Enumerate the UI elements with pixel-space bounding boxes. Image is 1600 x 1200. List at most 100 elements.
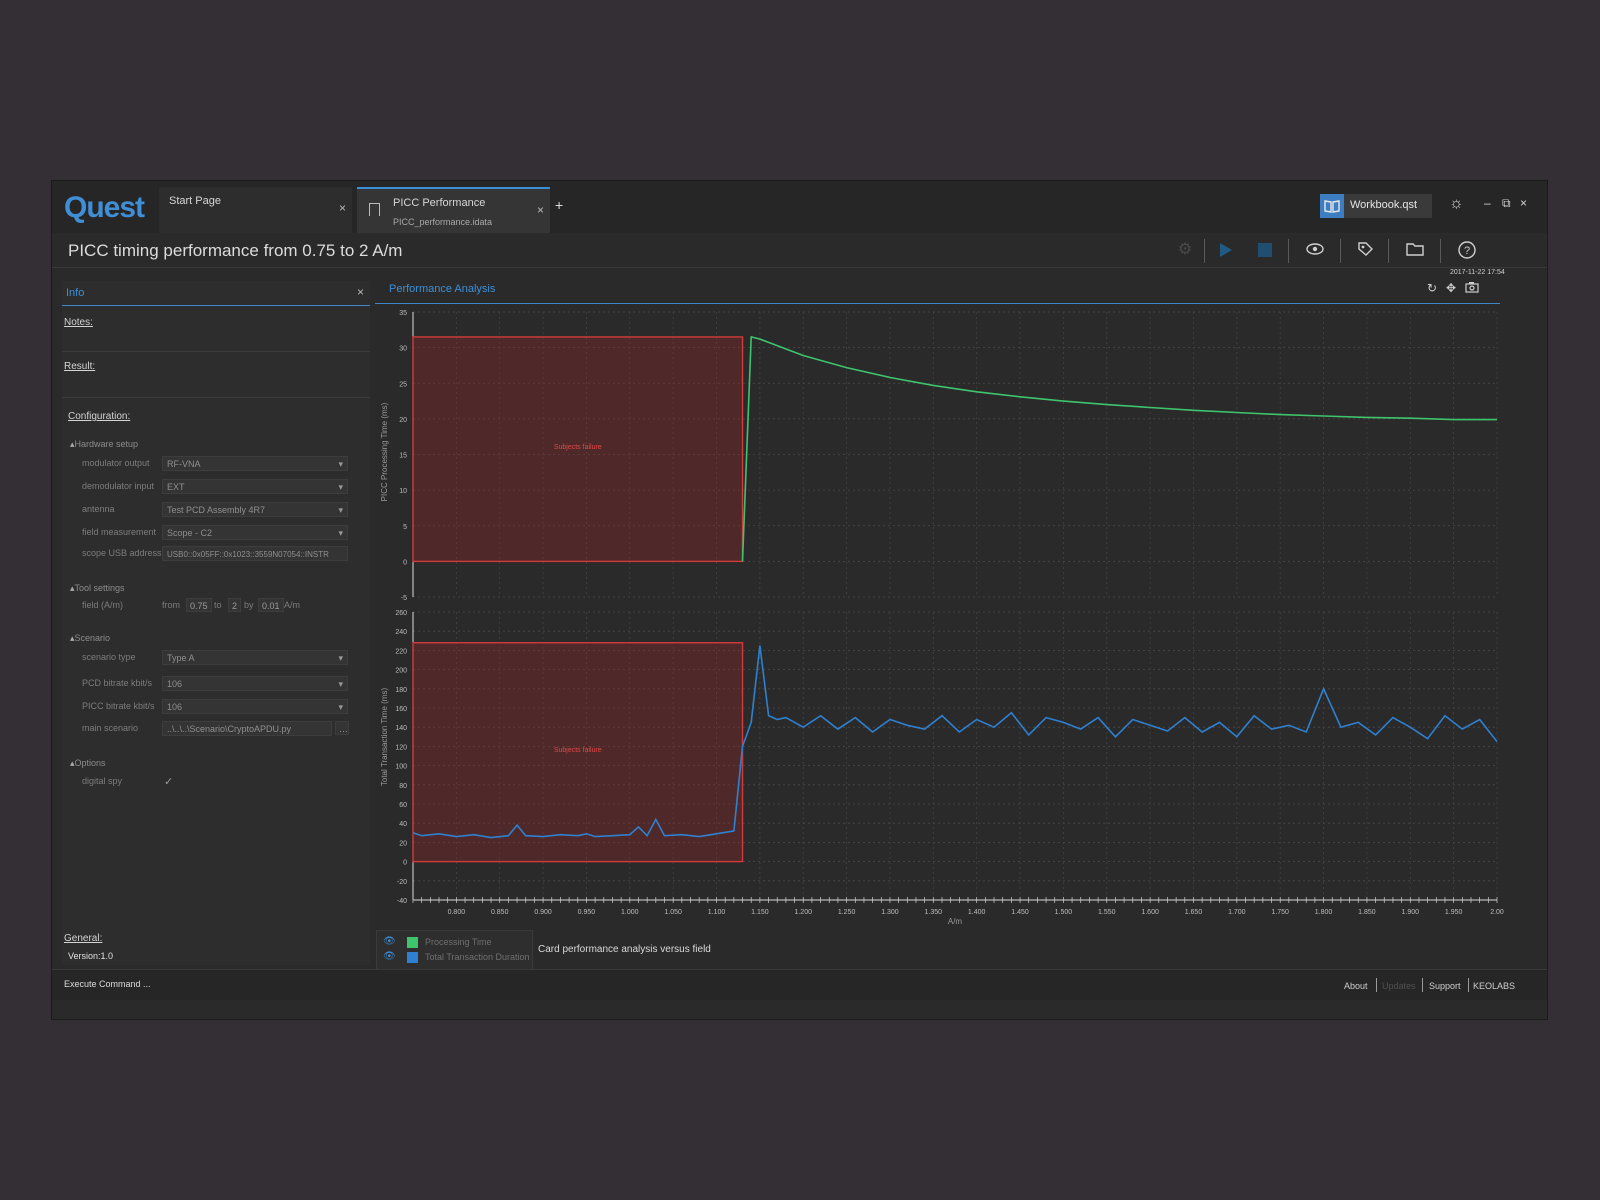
- close-info-panel-icon[interactable]: ×: [357, 285, 364, 299]
- field-measurement-value: Scope - C2: [167, 528, 213, 538]
- tool-settings-group[interactable]: Tool settings: [70, 583, 125, 594]
- unit-label: A/m: [284, 600, 301, 610]
- settings-icon[interactable]: ⚙: [1172, 239, 1198, 261]
- y-tick-label: 40: [399, 821, 407, 828]
- x-tick-label: 1.550: [1098, 909, 1116, 916]
- workbook-button[interactable]: Workbook.qst: [1320, 194, 1432, 218]
- chart-caption: Card performance analysis versus field: [538, 944, 711, 955]
- execute-command-button[interactable]: Execute Command ...: [64, 979, 151, 989]
- x-tick-label: 1.000: [621, 909, 639, 916]
- analysis-tab-underline: [375, 303, 1500, 304]
- from-field[interactable]: 0.75: [186, 598, 212, 612]
- y-tick-label: 200: [395, 668, 407, 675]
- book-icon: [1320, 194, 1344, 218]
- chevron-down-icon: ▾: [338, 653, 343, 663]
- x-tick-label: 1.950: [1445, 909, 1463, 916]
- version-text: Version:1.0: [68, 951, 114, 961]
- to-field[interactable]: 2: [228, 598, 242, 612]
- bookmark-icon: [369, 203, 380, 216]
- folder-icon[interactable]: [1402, 239, 1428, 261]
- pcd-bitrate-select[interactable]: 106 ▾: [162, 676, 348, 691]
- toolbar-divider: [1204, 239, 1205, 263]
- general-link[interactable]: General:: [64, 933, 102, 944]
- pcd-bitrate-label: PCD bitrate kbit/s: [82, 678, 153, 688]
- fit-icon[interactable]: ✥: [1446, 281, 1456, 295]
- y-tick-label: 30: [399, 346, 407, 353]
- page-title: PICC timing performance from 0.75 to 2 A…: [68, 241, 403, 260]
- scope-usb-field[interactable]: USB0::0x05FF::0x1023::3559N07054::INSTR: [162, 546, 348, 561]
- tab-bar: Quest Start Page × PICC Performance PICC…: [52, 181, 1547, 233]
- window-close-button[interactable]: ×: [1520, 196, 1527, 210]
- modulator-output-select[interactable]: RF-VNA ▾: [162, 456, 348, 471]
- updates-link[interactable]: Updates: [1382, 981, 1416, 991]
- antenna-label: antenna: [82, 504, 115, 514]
- browse-button[interactable]: …: [335, 721, 349, 735]
- digital-spy-checkbox[interactable]: ✓: [164, 775, 173, 788]
- configuration-link[interactable]: Configuration:: [68, 411, 130, 422]
- tag-icon[interactable]: [1352, 239, 1378, 261]
- eye-icon[interactable]: 👁: [383, 936, 396, 947]
- scenario-type-select[interactable]: Type A ▾: [162, 650, 348, 665]
- modulator-output-label: modulator output: [82, 458, 150, 468]
- main-scenario-label: main scenario: [82, 723, 139, 733]
- close-tab-start-page-icon[interactable]: ×: [339, 201, 346, 215]
- picc-bitrate-value: 106: [167, 702, 183, 712]
- about-link[interactable]: About: [1344, 981, 1368, 991]
- analysis-tab-title[interactable]: Performance Analysis: [389, 283, 495, 295]
- antenna-value: Test PCD Assembly 4R7: [167, 505, 266, 515]
- toolbar-divider: [1440, 239, 1441, 263]
- antenna-select[interactable]: Test PCD Assembly 4R7 ▾: [162, 502, 348, 517]
- picc-bitrate-select[interactable]: 106 ▾: [162, 699, 348, 714]
- x-axis-label: A/m: [948, 917, 963, 926]
- refresh-icon[interactable]: ↻: [1427, 281, 1437, 295]
- minimize-button[interactable]: –: [1484, 196, 1491, 210]
- result-link[interactable]: Result:: [64, 361, 95, 372]
- tab-start-page[interactable]: Start Page ×: [159, 187, 352, 233]
- legend-label: Processing Time: [425, 937, 492, 947]
- failure-region-label: Subjects failure: [554, 444, 602, 451]
- x-tick-label: 1.600: [1141, 909, 1159, 916]
- x-tick-label: 0.900: [534, 909, 552, 916]
- y-tick-label: 0: [403, 559, 407, 566]
- options-group[interactable]: Options: [70, 758, 106, 769]
- eye-icon[interactable]: 👁: [383, 951, 396, 962]
- x-tick-label: 1.900: [1402, 909, 1420, 916]
- maximize-button[interactable]: ⧉: [1502, 196, 1511, 211]
- notes-link[interactable]: Notes:: [64, 317, 93, 328]
- main-scenario-field[interactable]: ..\..\..\Scenario\CryptoAPDU.py: [162, 721, 332, 736]
- legend-label: Total Transaction Duration: [425, 952, 530, 962]
- scenario-type-label: scenario type: [82, 652, 136, 662]
- y-tick-label: -20: [397, 879, 407, 886]
- support-link[interactable]: Support: [1429, 981, 1461, 991]
- demodulator-input-select[interactable]: EXT ▾: [162, 479, 348, 494]
- by-field[interactable]: 0.01: [258, 598, 284, 612]
- y-tick-label: 20: [399, 840, 407, 847]
- footer-divider: [1468, 978, 1469, 992]
- play-icon[interactable]: [1212, 239, 1238, 261]
- x-tick-label: 1.400: [968, 909, 986, 916]
- by-label: by: [244, 600, 254, 610]
- brightness-icon[interactable]: ☼: [1449, 195, 1464, 213]
- help-icon[interactable]: ?: [1454, 239, 1480, 261]
- toolbar-divider: [1288, 239, 1289, 263]
- performance-chart: 35 30 25 20 15 10 5 0 -5 PICC Processing Time (ms…: [380, 310, 1504, 926]
- eye-icon[interactable]: [1302, 239, 1328, 261]
- x-tick-label: 1.200: [794, 909, 812, 916]
- failure-region-label: Subjects failure: [554, 747, 602, 754]
- scenario-group[interactable]: Scenario: [70, 633, 111, 644]
- y-tick-label: 140: [395, 725, 407, 732]
- keolabs-link[interactable]: KEOLABS: [1473, 981, 1515, 991]
- y-tick-label: 60: [399, 802, 407, 809]
- close-tab-picc-icon[interactable]: ×: [537, 203, 544, 217]
- legend-swatch: [407, 937, 418, 948]
- stop-icon[interactable]: [1252, 239, 1278, 261]
- field-measurement-select[interactable]: Scope - C2 ▾: [162, 525, 348, 540]
- y-tick-label: 260: [395, 610, 407, 617]
- hardware-setup-group[interactable]: Hardware setup: [70, 439, 139, 450]
- camera-icon[interactable]: [1465, 281, 1479, 296]
- picc-bitrate-label: PICC bitrate kbit/s: [82, 701, 155, 711]
- tab-picc-performance[interactable]: PICC Performance PICC_performance.idata …: [357, 187, 550, 233]
- series-line: [741, 335, 1497, 562]
- add-tab-button[interactable]: +: [555, 197, 563, 213]
- legend-swatch: [407, 952, 418, 963]
